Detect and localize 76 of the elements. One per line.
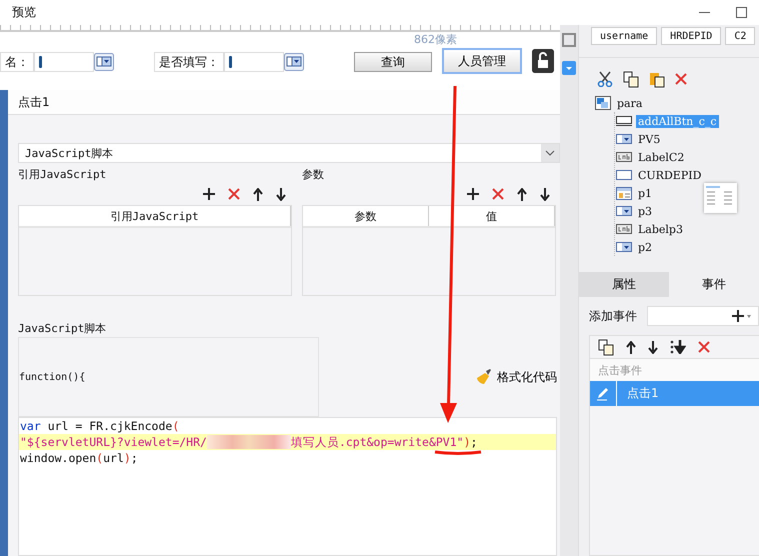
tree-node[interactable]: p2 (636, 240, 654, 254)
script-type-dropdown[interactable]: JavaScript脚本 (18, 143, 560, 163)
dropdown-widget-icon (616, 134, 632, 144)
section-title: 引用JavaScript (18, 167, 108, 183)
window-title: 预览 (12, 4, 36, 21)
unlock-icon[interactable] (532, 49, 554, 73)
copy-icon[interactable] (598, 338, 614, 356)
tree-node[interactable]: Labelp3 (636, 222, 685, 236)
delete-icon[interactable] (492, 188, 504, 200)
tree-node[interactable]: p1 (636, 186, 654, 200)
staff-management-button[interactable]: 人员管理 (442, 48, 522, 74)
dropdown-widget-icon (616, 242, 632, 252)
move-down-icon[interactable] (648, 340, 658, 354)
column-tab[interactable]: username (591, 27, 658, 45)
tree-node[interactable]: PV5 (636, 132, 662, 146)
delete-icon[interactable] (698, 341, 710, 353)
input-field[interactable] (224, 52, 284, 72)
column-header: 值 (429, 206, 555, 226)
label-widget-icon (616, 224, 632, 234)
square-icon[interactable] (562, 33, 576, 47)
column-tab[interactable]: C2 (725, 27, 756, 45)
move-up-icon[interactable] (626, 340, 636, 354)
delete-icon[interactable] (228, 188, 240, 200)
move-up-icon[interactable] (517, 188, 527, 200)
tree-node[interactable]: p3 (636, 204, 654, 218)
chevron-down-icon (545, 150, 555, 156)
add-event-dropdown[interactable] (647, 306, 759, 326)
minimize-icon[interactable] (699, 12, 710, 14)
move-down-icon[interactable] (276, 188, 286, 200)
tree-node[interactable]: para (615, 96, 644, 110)
button-widget-icon (616, 116, 632, 126)
size-hint: 862像素 (414, 32, 457, 47)
paste-icon[interactable] (649, 70, 665, 88)
code-line: window.open(url); (19, 450, 138, 466)
broom-icon (476, 369, 492, 385)
column-tab[interactable]: HRDEPID (661, 27, 722, 45)
maximize-icon[interactable] (736, 7, 747, 18)
move-down-icon[interactable] (540, 188, 550, 200)
preview-thumbnail (704, 183, 737, 213)
panel-tab[interactable]: 事件 (669, 272, 759, 297)
table-widget-icon (616, 186, 632, 200)
code-line: "${servletURL}?viewlet=/HR/ 填写人员.cpt&op=write&PV1"); (19, 434, 478, 450)
event-group-header: 点击事件 (590, 359, 759, 381)
function-signature: function(){ (18, 337, 319, 417)
field-label: 名： (0, 52, 34, 72)
query-button[interactable]: 查询 (354, 52, 432, 72)
column-header: 引用JavaScript (19, 206, 291, 226)
add-icon[interactable] (467, 188, 479, 200)
move-up-icon[interactable] (253, 188, 263, 200)
add-event-label: 添加事件 (589, 308, 637, 324)
delete-icon[interactable] (675, 73, 687, 85)
column-header: 参数 (303, 206, 429, 226)
text-field-widget-icon (616, 170, 632, 180)
add-icon (732, 310, 752, 322)
dialog-title: 点击1 (18, 94, 50, 110)
code-line: var url = FR.cjkEncode( (19, 418, 180, 434)
input-field[interactable] (34, 52, 94, 72)
move-to-bottom-icon[interactable] (670, 340, 686, 354)
tree-node[interactable]: CURDEPID (636, 168, 704, 182)
label-widget-icon (616, 152, 632, 162)
dropdown-icon[interactable] (562, 61, 576, 75)
dropdown-widget-icon (616, 206, 632, 216)
dropdown-icon[interactable] (94, 53, 114, 71)
format-code-button[interactable]: 格式化代码 (476, 368, 557, 386)
form-icon (595, 96, 611, 110)
copy-icon[interactable] (623, 70, 639, 88)
add-icon[interactable] (203, 188, 215, 200)
section-title: JavaScript脚本 (18, 321, 108, 337)
pencil-icon (596, 386, 610, 400)
field-label: 是否填写： (154, 52, 224, 72)
code-editor[interactable]: var url = FR.cjkEncode( "${servletURL}?viewlet=/HR/ 填写人员.cpt&op=write&PV1"); window.open(url); (18, 417, 557, 556)
dropdown-icon[interactable] (284, 53, 304, 71)
annotation-underline (434, 450, 482, 455)
cut-icon[interactable] (597, 71, 613, 87)
tree-node[interactable]: LabelC2 (636, 150, 686, 164)
section-title: 参数 (302, 167, 325, 183)
